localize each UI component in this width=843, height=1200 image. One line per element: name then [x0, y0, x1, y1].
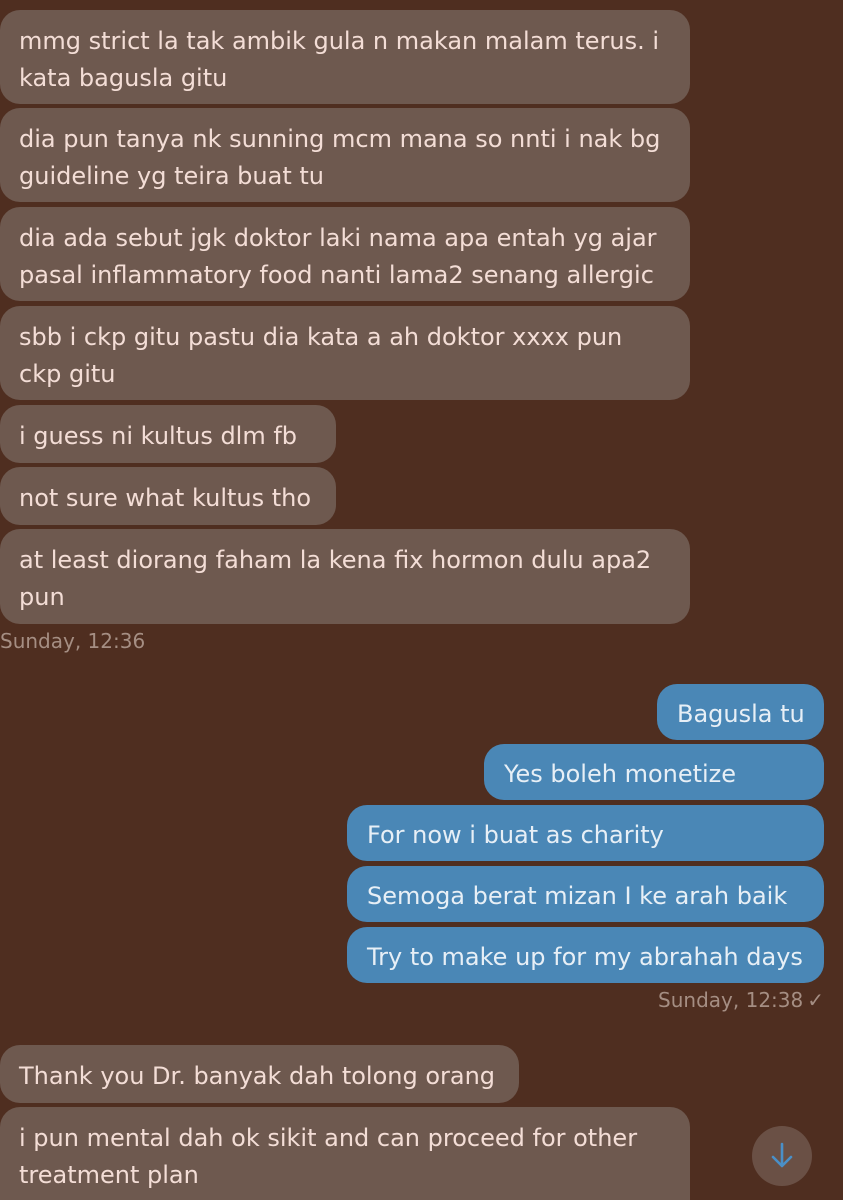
message-timestamp: Sunday, 12:38 ✓ — [658, 988, 824, 1012]
message-bubble-incoming[interactable]: Thank you Dr. banyak dah tolong orang — [0, 1045, 519, 1103]
message-bubble-incoming[interactable]: i pun mental dah ok sikit and can procee… — [0, 1107, 690, 1200]
read-check-icon: ✓ — [807, 988, 824, 1012]
message-bubble-incoming[interactable]: mmg strict la tak ambik gula n makan mal… — [0, 10, 690, 104]
message-timestamp: Sunday, 12:36 — [0, 629, 146, 653]
arrow-down-icon — [771, 1142, 793, 1168]
message-bubble-incoming[interactable]: i guess ni kultus dlm fb — [0, 405, 336, 463]
message-bubble-outgoing[interactable]: For now i buat as charity — [347, 805, 824, 861]
timestamp-text: Sunday, 12:38 — [658, 988, 804, 1012]
message-bubble-incoming[interactable]: not sure what kultus tho — [0, 467, 336, 525]
message-bubble-incoming[interactable]: at least diorang faham la kena fix hormo… — [0, 529, 690, 624]
scroll-to-bottom-button[interactable] — [752, 1126, 812, 1186]
message-bubble-outgoing[interactable]: Bagusla tu — [657, 684, 824, 740]
message-bubble-outgoing[interactable]: Yes boleh monetize — [484, 744, 824, 800]
message-bubble-incoming[interactable]: dia ada sebut jgk doktor laki nama apa e… — [0, 207, 690, 301]
message-bubble-incoming[interactable]: dia pun tanya nk sunning mcm mana so nnt… — [0, 108, 690, 202]
message-bubble-incoming[interactable]: sbb i ckp gitu pastu dia kata a ah dokto… — [0, 306, 690, 400]
message-bubble-outgoing[interactable]: Try to make up for my abrahah days — [347, 927, 824, 983]
message-bubble-outgoing[interactable]: Semoga berat mizan I ke arah baik — [347, 866, 824, 922]
